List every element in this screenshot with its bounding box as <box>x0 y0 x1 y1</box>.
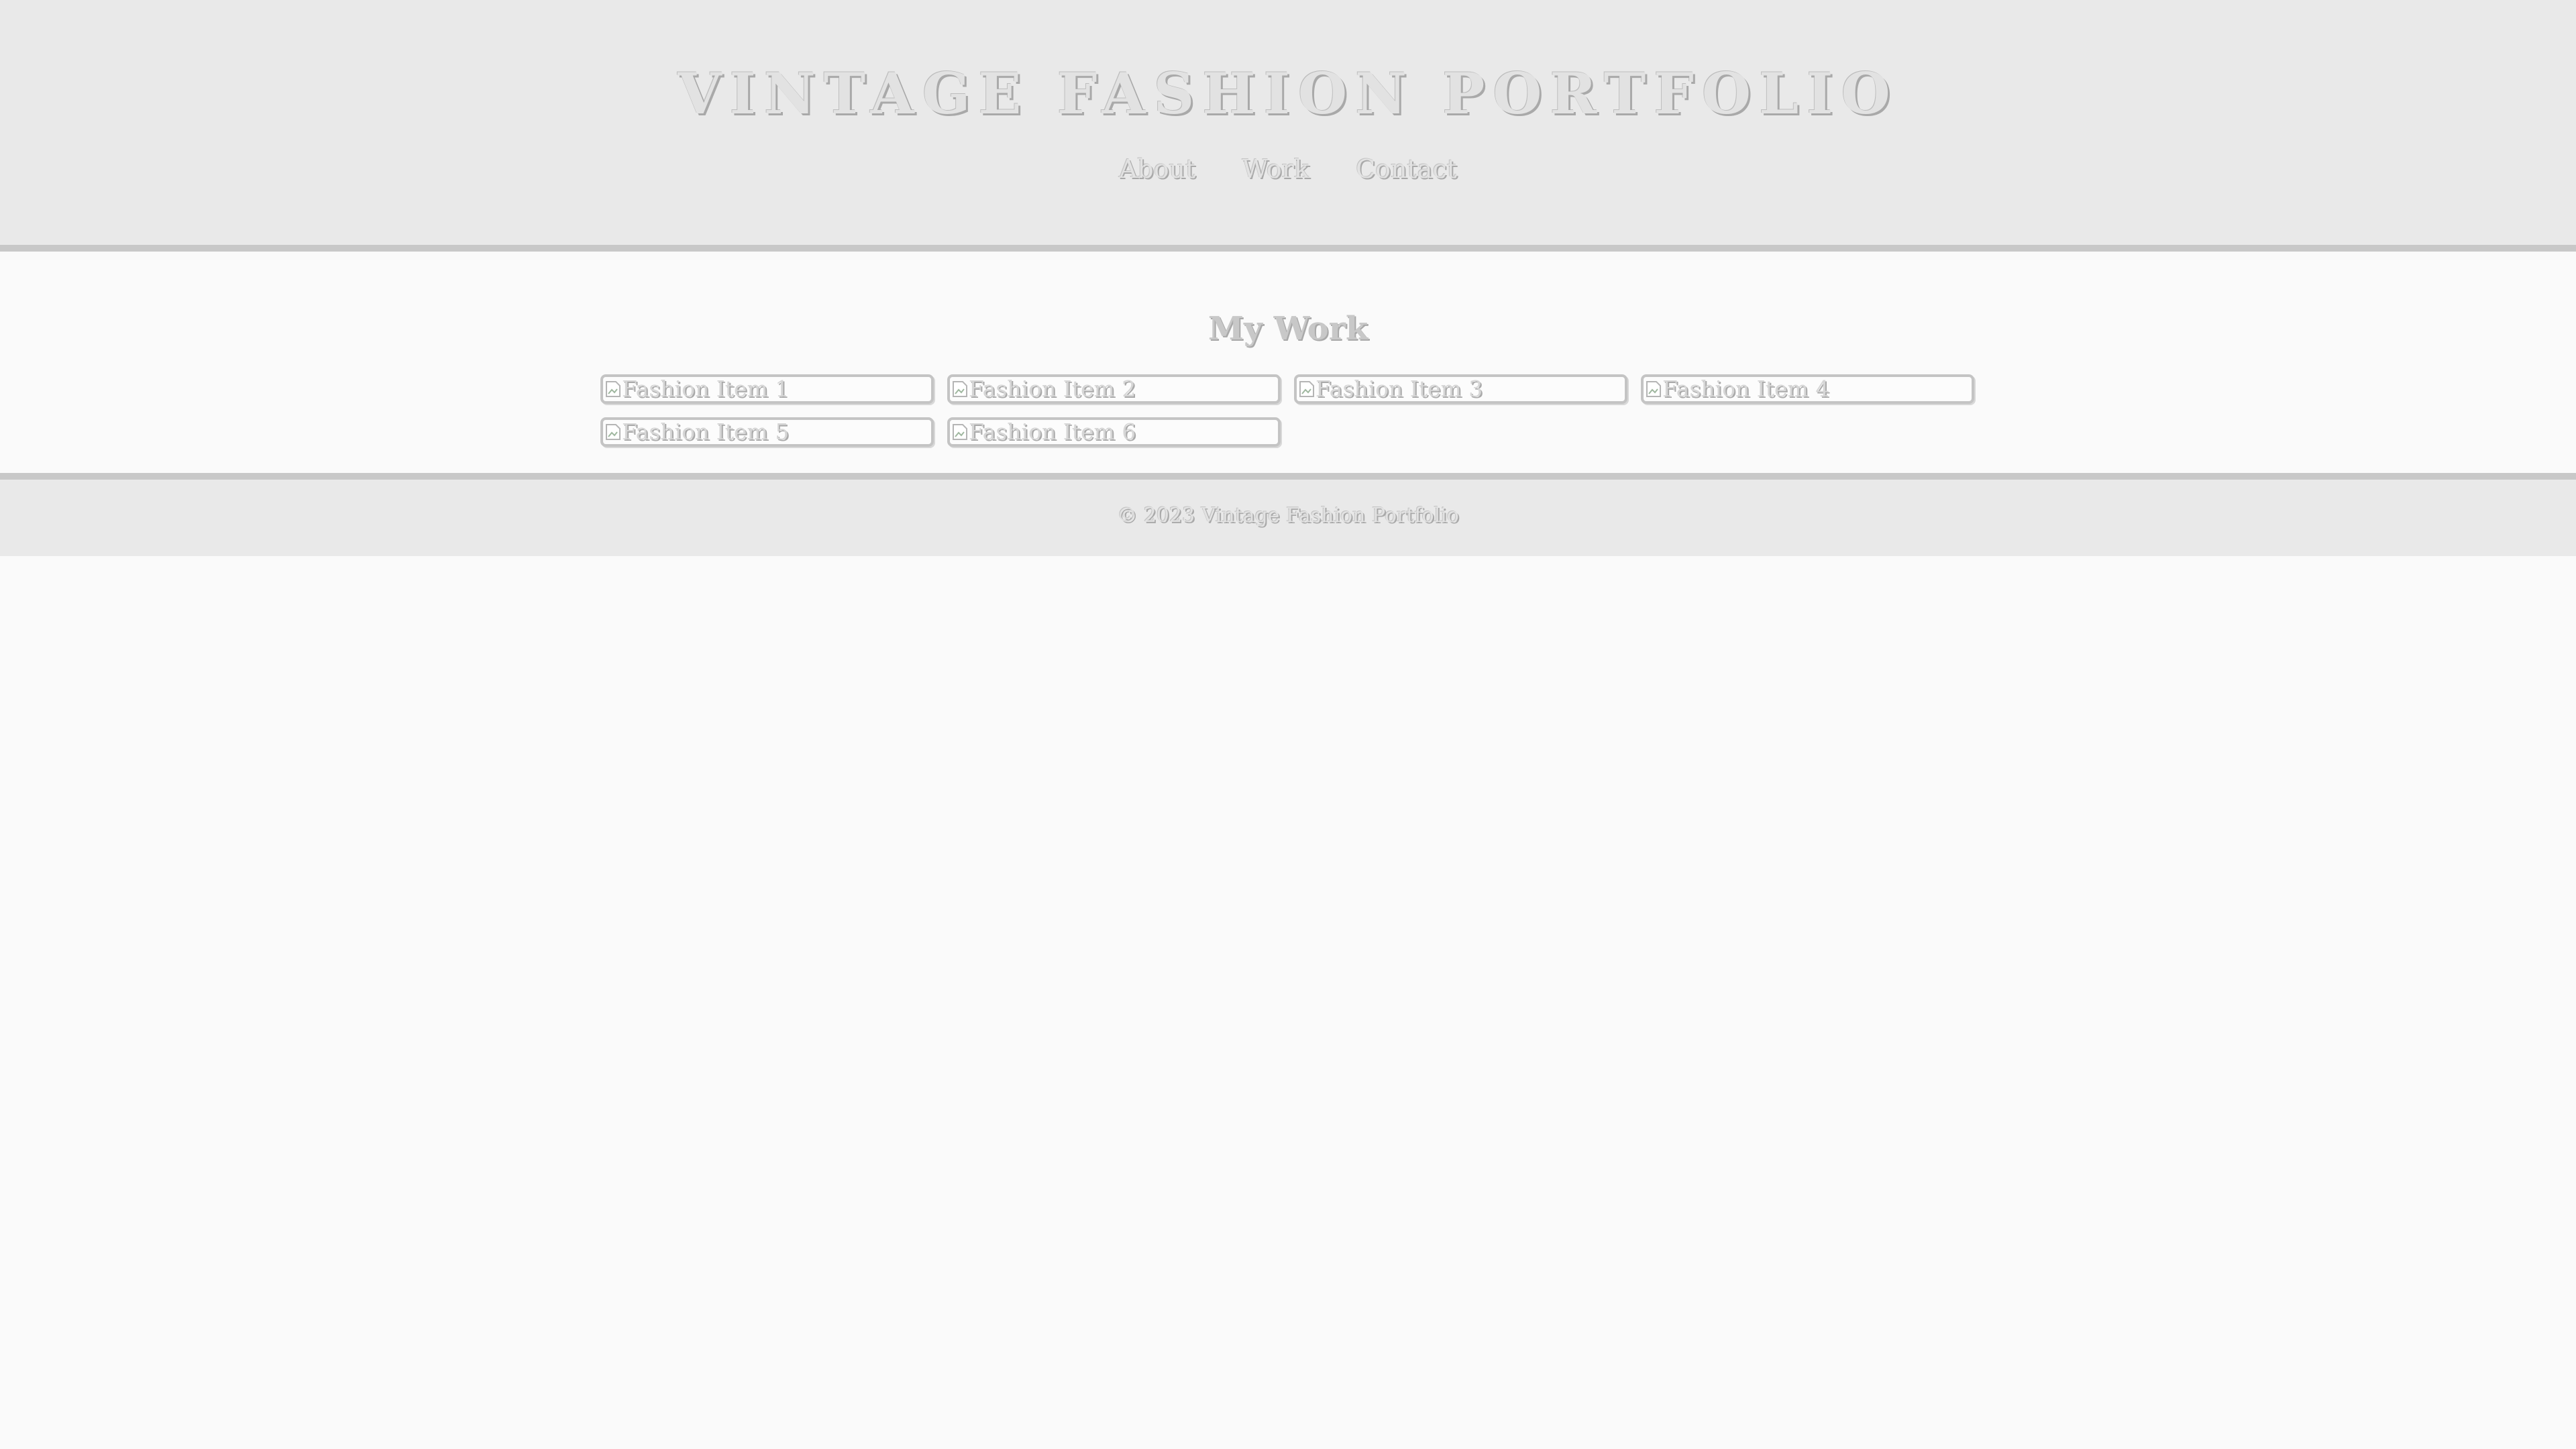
portfolio-item-label: Fashion Item 3 <box>1316 376 1483 402</box>
portfolio-item-label: Fashion Item 6 <box>969 419 1136 445</box>
site-title: VINTAGE FASHION PORTFOLIO <box>678 60 1898 127</box>
site-header: VINTAGE FASHION PORTFOLIO About Work Con… <box>0 0 2576 252</box>
portfolio-item-4[interactable]: Fashion Item 4 <box>1641 374 1974 404</box>
portfolio-item-label: Fashion Item 5 <box>622 419 790 445</box>
portfolio-item-label: Fashion Item 1 <box>622 376 790 402</box>
site-footer: © 2023 Vintage Fashion Portfolio <box>0 473 2576 556</box>
broken-image-icon <box>606 424 621 440</box>
broken-image-icon <box>1299 381 1314 397</box>
portfolio-item-2[interactable]: Fashion Item 2 <box>947 374 1281 404</box>
nav-link-contact[interactable]: Contact <box>1356 149 1457 189</box>
portfolio-item-5[interactable]: Fashion Item 5 <box>600 417 934 447</box>
portfolio-item-1[interactable]: Fashion Item 1 <box>600 374 934 404</box>
portfolio-item-6[interactable]: Fashion Item 6 <box>947 417 1281 447</box>
broken-image-icon <box>953 381 967 397</box>
broken-image-icon <box>953 424 967 440</box>
work-section: My Work Fashion Item 1 Fashion Item 2 Fa… <box>0 252 2576 473</box>
nav-link-about[interactable]: About <box>1119 149 1195 189</box>
nav-link-work[interactable]: Work <box>1242 149 1309 189</box>
section-title: My Work <box>1208 310 1368 347</box>
portfolio-grid: Fashion Item 1 Fashion Item 2 Fashion It… <box>600 374 1976 447</box>
portfolio-item-label: Fashion Item 2 <box>969 376 1136 402</box>
portfolio-item-label: Fashion Item 4 <box>1662 376 1830 402</box>
broken-image-icon <box>606 381 621 397</box>
portfolio-item-3[interactable]: Fashion Item 3 <box>1294 374 1627 404</box>
main-nav: About Work Contact <box>0 149 2576 195</box>
broken-image-icon <box>1646 381 1661 397</box>
copyright-text: © 2023 Vintage Fashion Portfolio <box>1117 504 1459 527</box>
